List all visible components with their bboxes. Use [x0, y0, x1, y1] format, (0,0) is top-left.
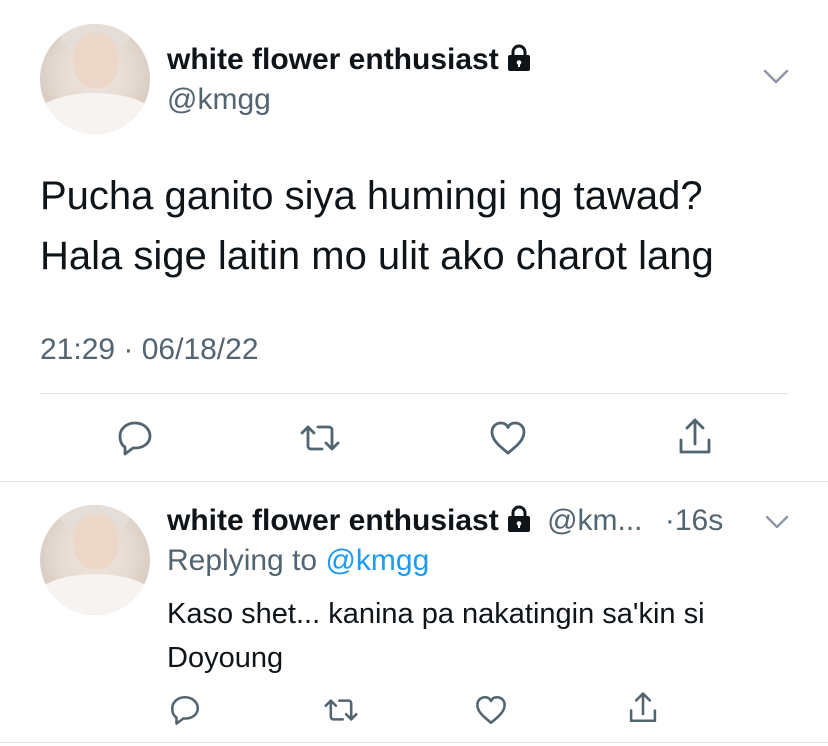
replying-to-label: Replying to: [167, 544, 318, 577]
retweet-icon: [324, 699, 358, 721]
like-icon: [490, 421, 526, 455]
retweet-icon: [300, 425, 340, 451]
replying-to: Replying to @kmgg: [167, 543, 429, 579]
replying-to-handle[interactable]: @kmgg: [325, 544, 429, 577]
reply-author-handle: @km...: [547, 504, 643, 537]
reply-retweet-button[interactable]: [322, 693, 360, 727]
tweet-timestamp[interactable]: 21:29 · 06/18/22: [40, 333, 259, 367]
like-button[interactable]: [487, 418, 529, 458]
reply-author-avatar[interactable]: [40, 505, 150, 615]
retweet-button[interactable]: [298, 418, 342, 458]
reply-icon: [118, 421, 152, 456]
share-icon: [629, 692, 657, 723]
reply-text-line: Doyoung: [167, 642, 284, 674]
reply-icon: [170, 695, 200, 725]
divider: [40, 393, 788, 394]
reply-text: Kaso shet... kanina pa nakatingin sa'kin…: [167, 594, 705, 678]
share-icon: [679, 418, 711, 454]
reply-author-line[interactable]: white flower enthusiast @km... ·16s: [167, 503, 723, 542]
divider: [0, 481, 828, 482]
author-name[interactable]: white flower enthusiast: [167, 42, 531, 81]
author-name-text: white flower enthusiast: [167, 43, 499, 76]
author-avatar[interactable]: [40, 24, 150, 134]
reply-share-button[interactable]: [626, 690, 660, 726]
tweet-text-line: Hala sige laitin mo ulit ako charot lang: [40, 234, 714, 278]
reply-like-button[interactable]: [473, 693, 509, 727]
reply-button[interactable]: [115, 418, 155, 458]
like-icon: [476, 695, 506, 725]
divider: [0, 742, 828, 743]
author-handle[interactable]: @kmgg: [167, 82, 271, 118]
tweet-text: Pucha ganito siya humingi ng tawad? Hala…: [40, 170, 714, 282]
lock-icon: [507, 44, 531, 81]
reply-time: ·16s: [664, 504, 724, 537]
lock-icon: [507, 505, 531, 542]
reply-author-name: white flower enthusiast: [167, 504, 499, 537]
reply-text-line: Kaso shet... kanina pa nakatingin sa'kin…: [167, 598, 705, 630]
reply-reply-button[interactable]: [168, 693, 202, 727]
tweet-text-line: Pucha ganito siya humingi ng tawad?: [40, 174, 703, 218]
share-button[interactable]: [675, 416, 715, 458]
chevron-down-icon[interactable]: [762, 68, 790, 91]
chevron-down-icon[interactable]: [764, 514, 790, 535]
